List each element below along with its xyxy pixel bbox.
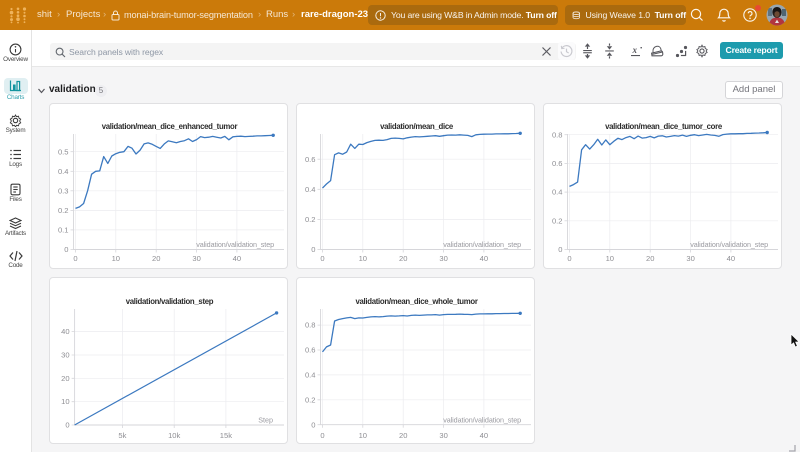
svg-text:10: 10 xyxy=(61,397,69,406)
svg-text:40: 40 xyxy=(61,327,69,336)
svg-text:validation/mean_dice_tumor_cor: validation/mean_dice_tumor_core xyxy=(605,122,723,131)
svg-text:0.6: 0.6 xyxy=(552,159,563,168)
svg-text:validation/validation_step: validation/validation_step xyxy=(690,240,768,249)
svg-text:validation/mean_dice_enhanced_: validation/mean_dice_enhanced_tumor xyxy=(102,122,238,131)
svg-text:0: 0 xyxy=(311,245,315,254)
svg-text:validation/validation_step: validation/validation_step xyxy=(443,415,521,424)
svg-text:5k: 5k xyxy=(118,431,126,440)
svg-text:30: 30 xyxy=(439,254,447,263)
svg-text:30: 30 xyxy=(192,254,200,263)
svg-text:10: 10 xyxy=(112,254,120,263)
svg-text:0.1: 0.1 xyxy=(58,226,69,235)
svg-text:0.4: 0.4 xyxy=(305,185,316,194)
svg-text:0: 0 xyxy=(64,245,68,254)
svg-text:0.6: 0.6 xyxy=(305,155,316,164)
svg-text:30: 30 xyxy=(686,254,694,263)
svg-text:0.2: 0.2 xyxy=(552,216,563,225)
svg-text:x: x xyxy=(632,45,638,55)
svg-text:0: 0 xyxy=(558,245,562,254)
svg-text:10: 10 xyxy=(606,254,614,263)
svg-text:40: 40 xyxy=(727,254,735,263)
svg-text:validation/mean_dice_whole_tum: validation/mean_dice_whole_tumor xyxy=(355,297,477,306)
svg-text:validation/validation_step: validation/validation_step xyxy=(443,240,521,249)
svg-text:0: 0 xyxy=(567,254,571,263)
svg-text:20: 20 xyxy=(399,431,407,440)
svg-text:0.6: 0.6 xyxy=(305,346,316,355)
svg-text:validation/validation_step: validation/validation_step xyxy=(126,297,214,306)
svg-text:0: 0 xyxy=(311,420,315,429)
svg-text:validation/mean_dice: validation/mean_dice xyxy=(380,122,454,131)
svg-text:30: 30 xyxy=(439,431,447,440)
svg-text:40: 40 xyxy=(233,254,241,263)
svg-text:0.3: 0.3 xyxy=(58,186,69,195)
svg-text:20: 20 xyxy=(61,374,69,383)
svg-text:0.4: 0.4 xyxy=(58,167,69,176)
svg-text:0: 0 xyxy=(73,254,77,263)
svg-text:20: 20 xyxy=(646,254,654,263)
svg-text:20: 20 xyxy=(152,254,160,263)
svg-text:validation/validation_step: validation/validation_step xyxy=(196,240,274,249)
svg-text:10: 10 xyxy=(359,254,367,263)
svg-text:10k: 10k xyxy=(168,431,180,440)
svg-text:0.4: 0.4 xyxy=(305,371,316,380)
svg-text:0.4: 0.4 xyxy=(552,188,563,197)
svg-text:Step: Step xyxy=(258,416,273,425)
svg-text:0.2: 0.2 xyxy=(305,215,316,224)
svg-text:0: 0 xyxy=(65,421,69,430)
svg-text:0.5: 0.5 xyxy=(58,147,69,156)
svg-text:0.8: 0.8 xyxy=(552,130,563,139)
svg-text:10: 10 xyxy=(359,431,367,440)
svg-text:0.8: 0.8 xyxy=(305,321,316,330)
svg-text:30: 30 xyxy=(61,351,69,360)
svg-text:15k: 15k xyxy=(220,431,232,440)
svg-text:20: 20 xyxy=(399,254,407,263)
svg-text:0: 0 xyxy=(320,431,324,440)
svg-text:40: 40 xyxy=(480,254,488,263)
svg-text:0: 0 xyxy=(320,254,324,263)
svg-text:0.2: 0.2 xyxy=(58,206,69,215)
svg-text:0.2: 0.2 xyxy=(305,395,316,404)
svg-text:40: 40 xyxy=(480,431,488,440)
